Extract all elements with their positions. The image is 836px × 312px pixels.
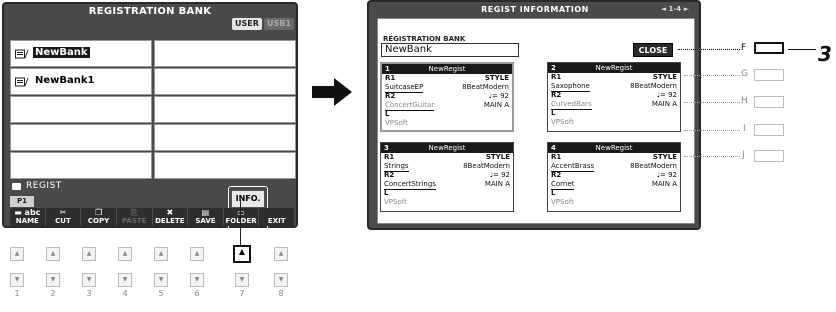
registration-bank-icon (15, 49, 29, 59)
down-button-1[interactable]: ▼ (10, 273, 24, 287)
bank-file-empty (154, 124, 296, 151)
bank-file-empty (10, 124, 152, 151)
up-button-2[interactable]: ▲ (46, 247, 60, 261)
down-button-3[interactable]: ▼ (82, 273, 96, 287)
dotted-leader (684, 102, 740, 103)
side-button-f[interactable] (754, 42, 784, 54)
bank-file-empty (10, 152, 152, 179)
name-button[interactable]: ▬ abc NAME (10, 208, 45, 226)
side-button-h[interactable] (754, 96, 784, 108)
registration-bank-icon (15, 77, 29, 87)
up-button-6[interactable]: ▲ (190, 247, 204, 261)
bank-label: REGISTRATION BANK (383, 35, 466, 43)
button-number: 3 (86, 289, 92, 298)
bank-file-name: NewBank (33, 47, 90, 58)
bank-file-empty (154, 152, 296, 179)
regist-entry-3[interactable]: 3 NewRegist R1 STYLE Strings 8BeatModern R2… (380, 142, 514, 212)
down-button-8[interactable]: ▼ (274, 273, 288, 287)
down-button-7[interactable]: ▼ (235, 273, 249, 287)
dotted-leader (678, 49, 740, 50)
folder-path-label: REGIST (26, 181, 62, 191)
regist-entry-1[interactable]: 1 NewRegist R1 STYLE SuitcaseEP 8BeatModern… (380, 62, 514, 132)
dotted-leader (684, 75, 740, 76)
bank-file-empty (154, 40, 296, 67)
button-label-g: G (741, 69, 748, 79)
button-label-j: J (742, 150, 745, 160)
button-number: 8 (278, 289, 284, 298)
down-button-2[interactable]: ▼ (46, 273, 60, 287)
up-button-3[interactable]: ▲ (82, 247, 96, 261)
bank-file-empty (154, 68, 296, 95)
step-number: 3 (818, 42, 832, 66)
regist-entry-2[interactable]: 2 NewRegist R1 STYLE Saxophone 8BeatModern … (547, 62, 681, 132)
up-button-4[interactable]: ▲ (118, 247, 132, 261)
page-indicator[interactable]: ◄ 1-4 ► (661, 5, 689, 13)
new-folder-icon: ▭ (237, 208, 245, 217)
side-button-j[interactable] (754, 150, 784, 162)
scissors-icon: ✂ (59, 208, 67, 217)
page-tab[interactable]: P1 (10, 196, 34, 207)
button-number: 7 (239, 289, 245, 298)
bank-file-name: NewBank1 (35, 75, 95, 86)
button-number: 1 (14, 289, 20, 298)
paste-icon: ⎘ (130, 208, 138, 217)
exit-icon (259, 208, 294, 217)
side-button-i[interactable] (754, 124, 784, 136)
down-button-4[interactable]: ▼ (118, 273, 132, 287)
button-number: 5 (158, 289, 164, 298)
paste-button[interactable]: ⎘ PASTE (116, 208, 152, 226)
close-button[interactable]: CLOSE (633, 43, 673, 57)
tab-usb1[interactable]: USB1 (264, 18, 294, 30)
bank-file-item[interactable]: NewBank (10, 40, 152, 67)
folder-button[interactable]: ▭ FOLDER (223, 208, 259, 226)
bank-file-empty (10, 96, 152, 123)
screen-title: REGISTRATION BANK (88, 6, 212, 17)
button-label-f: F (741, 43, 747, 53)
dotted-leader (684, 130, 740, 131)
trash-icon: ✖ (166, 208, 174, 217)
regist-entry-4[interactable]: 4 NewRegist R1 STYLE AccentBrass 8BeatModer… (547, 142, 681, 212)
up-button-7[interactable]: ▲ (233, 245, 251, 263)
button-number: 6 (194, 289, 200, 298)
bank-file-list: NewBank NewBank1 (10, 40, 296, 179)
button-label-i: I (743, 124, 746, 134)
button-number: 2 (50, 289, 56, 298)
save-icon: ▤ (201, 208, 210, 217)
copy-icon: ❐ (94, 208, 103, 217)
side-button-g[interactable] (754, 69, 784, 81)
panel-buttons: ▲ ▲ ▲ ▲ ▲ ▲ ▲ ▲ ▼ ▼ ▼ ▼ ▼ ▼ ▼ ▼ 1 2 3 4 … (8, 245, 294, 307)
copy-button[interactable]: ❐ COPY (81, 208, 116, 226)
function-menu: ▬ abc NAME ✂ CUT ❐ COPY ⎘ PASTE ✖ DELETE ▤ SAV… (10, 208, 294, 226)
tab-user[interactable]: USER (232, 18, 262, 30)
dotted-leader (684, 156, 740, 157)
exit-button[interactable]: EXIT (259, 208, 294, 226)
down-button-5[interactable]: ▼ (154, 273, 168, 287)
save-button[interactable]: ▤ SAVE (188, 208, 223, 226)
screen-title-bar: REGIST INFORMATION ◄ 1-4 ► (377, 5, 693, 17)
bank-file-item[interactable]: NewBank1 (10, 68, 152, 95)
button-number: 4 (122, 289, 128, 298)
button-label-h: H (741, 96, 748, 106)
up-button-8[interactable]: ▲ (274, 247, 288, 261)
callout-line (788, 49, 816, 50)
cut-button[interactable]: ✂ CUT (45, 208, 81, 226)
down-button-6[interactable]: ▼ (190, 273, 204, 287)
bank-file-empty (154, 96, 296, 123)
right-arrow-icon (312, 78, 352, 106)
bank-name-field: NewBank (381, 43, 519, 57)
delete-button[interactable]: ✖ DELETE (152, 208, 188, 226)
folder-icon (12, 183, 21, 190)
registration-bank-screen: REGISTRATION BANK USER USB1 NewBank NewB… (2, 2, 298, 230)
up-button-5[interactable]: ▲ (154, 247, 168, 261)
name-icon: ▬ abc (14, 208, 41, 217)
info-button[interactable]: INFO. (231, 190, 265, 208)
screen-title: REGIST INFORMATION (481, 5, 589, 14)
callout-line (240, 200, 241, 248)
up-button-1[interactable]: ▲ (10, 247, 24, 261)
